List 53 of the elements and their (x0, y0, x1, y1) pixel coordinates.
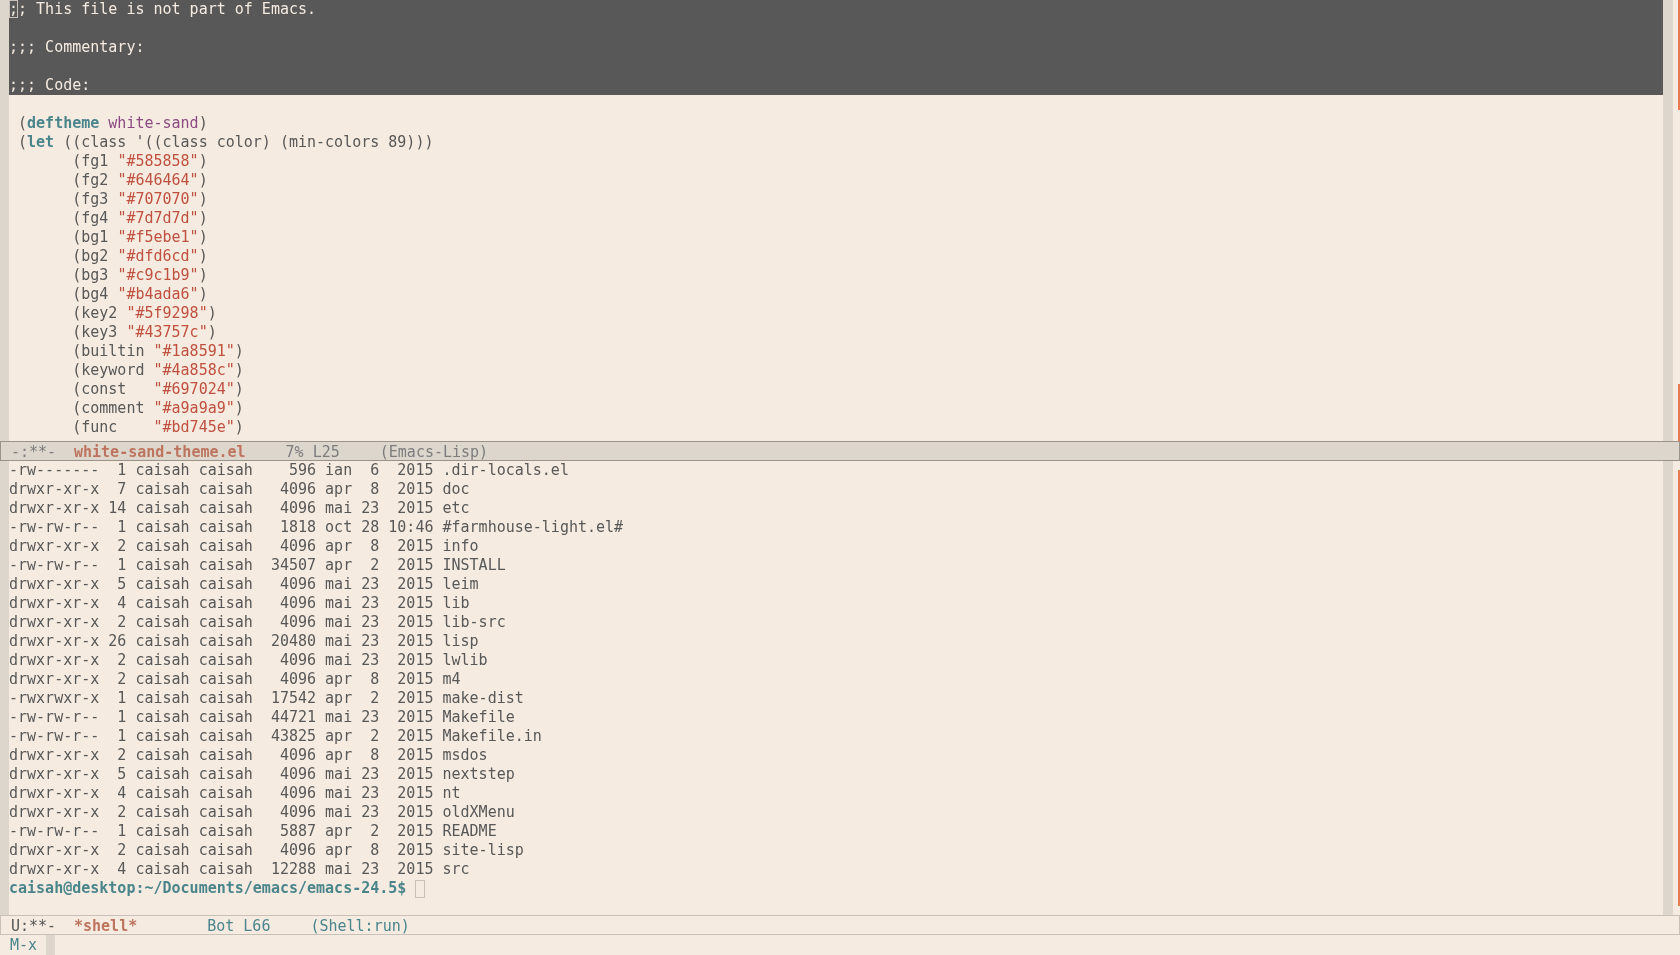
listing-line: -rw------- 1 caisah caisah 596 ian 6 2015 .dir-locals.el (9, 461, 570, 480)
listing-line: -rw-rw-r-- 1 caisah caisah 1818 oct 28 10:46 #farmhouse-light.el# (9, 518, 625, 537)
code-line: (keyword "#4a858c") (71, 361, 245, 380)
major-mode: (Shell:run) (310, 916, 410, 934)
code-line: (comment "#a9a9a9") (71, 399, 245, 418)
code-line: (builtin "#1a8591") (71, 342, 245, 361)
listing-line: drwxr-xr-x 2 caisah caisah 4096 apr 8 2015 site-lisp (9, 841, 525, 860)
scroll-bar[interactable] (1663, 461, 1673, 915)
text-cursor (415, 879, 426, 898)
scroll-bar[interactable] (1663, 0, 1673, 441)
code-line: (bg1 "#f5ebe1") (71, 228, 209, 247)
code-line: (let ((class '((class color) (min-colors 89))) (17, 133, 435, 152)
listing-line: drwxr-xr-x 26 caisah caisah 20480 mai 23 2015 lisp (9, 632, 480, 651)
text-cursor (46, 935, 56, 955)
buffer-name: *shell* (74, 916, 138, 934)
modified-status: -:**- (11, 442, 58, 460)
listing-line: -rw-rw-r-- 1 caisah caisah 44721 mai 23 2015 Makefile (9, 708, 516, 727)
code-line: (deftheme white-sand) (17, 114, 209, 133)
code-line: (key2 "#5f9298") (71, 304, 218, 323)
listing-line: drwxr-xr-x 2 caisah caisah 4096 mai 23 2015 oldXMenu (9, 803, 516, 822)
listing-line: drwxr-xr-x 2 caisah caisah 4096 apr 8 2015 m4 (9, 670, 462, 689)
listing-line: drwxr-xr-x 5 caisah caisah 4096 mai 23 2015 nextstep (9, 765, 516, 784)
buffer-name: white-sand-theme.el (74, 442, 246, 460)
listing-line: drwxr-xr-x 5 caisah caisah 4096 mai 23 2015 leim (9, 575, 480, 594)
major-mode: (Emacs-Lisp) (379, 442, 489, 460)
listing-line: drwxr-xr-x 14 caisah caisah 4096 mai 23 2015 etc (9, 499, 471, 518)
code-line: (key3 "#43757c") (71, 323, 218, 342)
code-line: (bg4 "#b4ada6") (71, 285, 209, 304)
code-line: (fg2 "#646464") (71, 171, 209, 190)
code-line: (bg2 "#dfd6cd") (71, 247, 209, 266)
minibuffer-prompt: M-x (10, 936, 38, 954)
code-line: (fg4 "#7d7d7d") (71, 209, 209, 228)
listing-line: drwxr-xr-x 2 caisah caisah 4096 mai 23 2015 lwlib (9, 651, 489, 670)
code-line: (const "#697024") (71, 380, 245, 399)
code-line: (bg3 "#c9c1b9") (71, 266, 209, 285)
listing-line: drwxr-xr-x 4 caisah caisah 4096 mai 23 2015 lib (9, 594, 471, 613)
code-line: (fg1 "#585858") (71, 152, 209, 171)
modified-status: U:**- (11, 916, 58, 934)
code-line: (func "#bd745e") (71, 418, 245, 437)
buffer-position: Bot L66 (207, 916, 271, 934)
listing-line: -rw-rw-r-- 1 caisah caisah 43825 apr 2 2015 Makefile.in (9, 727, 543, 746)
listing-line: -rwxrwxr-x 1 caisah caisah 17542 apr 2 2015 make-dist (9, 689, 525, 708)
code-line: (fg3 "#707070") (71, 190, 209, 209)
listing-line: drwxr-xr-x 2 caisah caisah 4096 apr 8 2015 msdos (9, 746, 489, 765)
listing-line: drwxr-xr-x 4 caisah caisah 4096 mai 23 2015 nt (9, 784, 462, 803)
listing-line: drwxr-xr-x 7 caisah caisah 4096 apr 8 2015 doc (9, 480, 471, 499)
listing-line: -rw-rw-r-- 1 caisah caisah 5887 apr 2 2015 README (9, 822, 498, 841)
shell-prompt: caisah@desktop:~/Documents/emacs/emacs-24.5$ (9, 879, 407, 897)
listing-line: drwxr-xr-x 2 caisah caisah 4096 mai 23 2015 lib-src (9, 613, 507, 632)
listing-line: drwxr-xr-x 2 caisah caisah 4096 apr 8 2015 info (9, 537, 480, 556)
listing-line: -rw-rw-r-- 1 caisah caisah 34507 apr 2 2015 INSTALL (9, 556, 507, 575)
buffer-position: 7% L25 (285, 442, 340, 460)
listing-line: drwxr-xr-x 4 caisah caisah 12288 mai 23 2015 src (9, 860, 471, 879)
